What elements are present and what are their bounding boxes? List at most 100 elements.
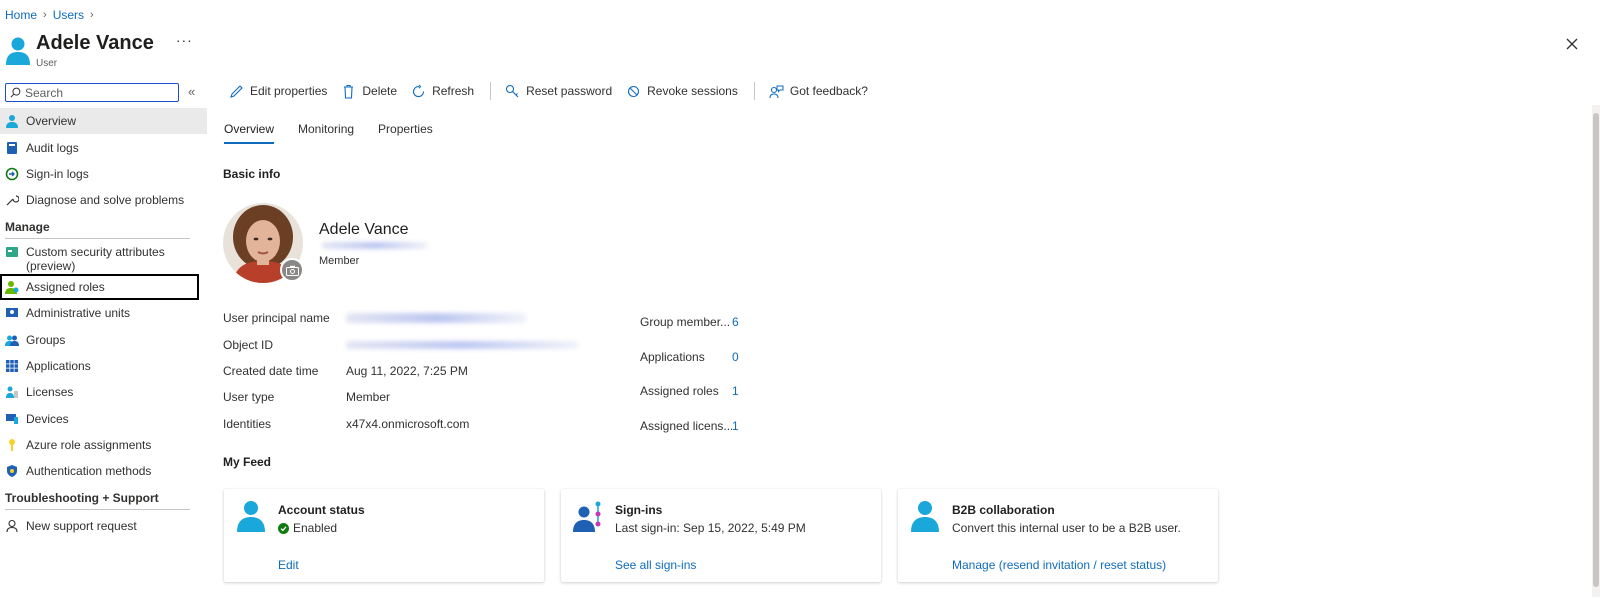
manage-b2b-link[interactable]: Manage (resend invitation / reset status… [952,558,1166,572]
groups-icon [5,335,19,346]
feedback-button[interactable]: Got feedback? [769,84,868,99]
admin-units-icon [6,308,18,318]
delete-button[interactable]: Delete [341,84,397,99]
change-photo-button[interactable] [280,258,304,282]
sidebar-item-applications[interactable]: Applications [0,353,207,379]
user-icon [6,115,18,129]
my-feed-title: My Feed [223,455,272,469]
breadcrumb-home[interactable]: Home [5,8,37,22]
scrollbar-thumb[interactable] [1593,113,1599,587]
user-role: Member [319,255,360,267]
sidebar-item-new-support-request[interactable]: New support request [0,513,207,539]
close-icon[interactable] [1562,34,1582,54]
pencil-icon [230,84,243,98]
sidebar-item-assigned-roles[interactable]: Assigned roles [0,273,199,300]
account-status: Enabled [278,521,337,535]
sidebar-item-audit-logs[interactable]: Audit logs [0,134,207,160]
sidebar-item-authentication-methods[interactable]: Authentication methods [0,458,207,484]
stat-row-groups: Group member... 6 [640,315,739,330]
redacted-email [322,242,428,249]
camera-icon [285,265,299,276]
search-icon [10,87,21,98]
page-subtitle: User [36,58,58,69]
sign-ins-icon [573,501,601,532]
devices-icon [6,413,18,424]
sidebar-section-manage: Manage [5,219,50,234]
card-title: Sign-ins [615,503,663,517]
sidebar-item-azure-role-assignments[interactable]: Azure role assignments [0,432,207,458]
shield-icon [7,465,17,478]
tab-bar: Overview Monitoring Properties [224,120,457,146]
refresh-icon [413,84,425,97]
support-person-icon [6,519,18,532]
tab-overview[interactable]: Overview [224,120,275,144]
breadcrumb-users[interactable]: Users [53,8,84,22]
sidebar-item-diagnose[interactable]: Diagnose and solve problems [0,187,207,213]
stat-row-applications: Applications 0 [640,349,739,364]
scrollbar[interactable] [1592,105,1600,597]
assigned-roles-link[interactable]: 1 [732,384,739,398]
redacted-object-id [346,340,578,349]
prop-row-user-type: User type Member [223,390,391,405]
sidebar-item-devices[interactable]: Devices [0,406,207,432]
basic-info-stats: Group member... 6 Applications 0 Assigne… [640,305,739,443]
sidebar-nav: Overview Audit logs Sign-in logs Diagnos… [0,108,207,539]
feedback-icon [769,85,784,98]
identities-link[interactable]: x47x4.onmicrosoft.com [346,417,469,431]
see-all-sign-ins-link[interactable]: See all sign-ins [615,558,696,572]
user-icon [237,501,265,532]
sidebar-item-sign-in-logs[interactable]: Sign-in logs [0,161,207,187]
divider [5,508,190,510]
group-memberships-link[interactable]: 6 [732,315,739,329]
sidebar-item-groups[interactable]: Groups [0,326,207,352]
search-input[interactable] [21,85,171,100]
prop-row-upn: User principal name [223,305,578,331]
trash-icon [344,84,354,99]
block-icon [628,85,640,97]
edit-properties-button[interactable]: Edit properties [229,84,327,99]
stat-row-assigned-roles: Assigned roles 1 [640,384,739,399]
more-options-button[interactable]: ··· [176,32,193,48]
last-sign-in: Last sign-in: Sep 15, 2022, 5:49 PM [615,521,806,535]
feed-card-sign-ins: Sign-ins Last sign-in: Sep 15, 2022, 5:4… [561,489,881,582]
collapse-sidebar-icon[interactable]: « [188,84,195,99]
attributes-icon [6,246,18,257]
tab-properties[interactable]: Properties [378,120,433,144]
edit-account-status-link[interactable]: Edit [278,558,299,572]
revoke-sessions-button[interactable]: Revoke sessions [626,84,738,99]
refresh-button[interactable]: Refresh [411,84,474,99]
page-header: Adele Vance User ··· [5,30,193,70]
toolbar-divider [753,82,755,100]
feed-card-b2b: B2B collaboration Convert this internal … [898,489,1218,582]
b2b-description: Convert this internal user to be a B2B u… [952,521,1181,535]
basic-info-properties: User principal name Object ID Created da… [223,305,578,437]
sidebar-item-overview[interactable]: Overview [0,108,207,135]
feed-card-account-status: Account status Enabled Edit [224,489,544,582]
applications-link[interactable]: 0 [732,350,739,364]
book-icon [7,141,17,154]
key-icon [9,439,15,452]
applications-icon [6,359,18,372]
prop-row-created: Created date time Aug 11, 2022, 7:25 PM [223,363,468,378]
chevron-right-icon: › [90,9,94,21]
check-circle-icon [278,522,289,534]
sidebar-item-custom-security-attributes[interactable]: Custom security attributes (preview) [0,242,207,274]
command-bar: Edit properties Delete Refresh Reset pas… [229,82,882,100]
licenses-icon [6,386,18,399]
card-title: Account status [278,503,365,517]
search-box[interactable] [5,83,179,102]
reset-password-button[interactable]: Reset password [505,84,612,99]
chevron-right-icon: › [43,9,47,21]
assigned-licenses-link[interactable]: 1 [732,419,739,433]
sidebar-item-administrative-units[interactable]: Administrative units [0,300,207,326]
wrench-icon [6,195,19,206]
tab-monitoring[interactable]: Monitoring [298,120,354,144]
prop-row-object-id: Object ID [223,331,578,357]
key-search-icon [506,84,519,97]
page-title: Adele Vance [36,32,154,54]
user-display-name: Adele Vance [319,221,409,238]
basic-info-title: Basic info [223,167,281,181]
sidebar-section-support: Troubleshooting + Support [5,490,159,505]
user-icon [6,37,30,65]
sidebar-item-licenses[interactable]: Licenses [0,379,207,405]
